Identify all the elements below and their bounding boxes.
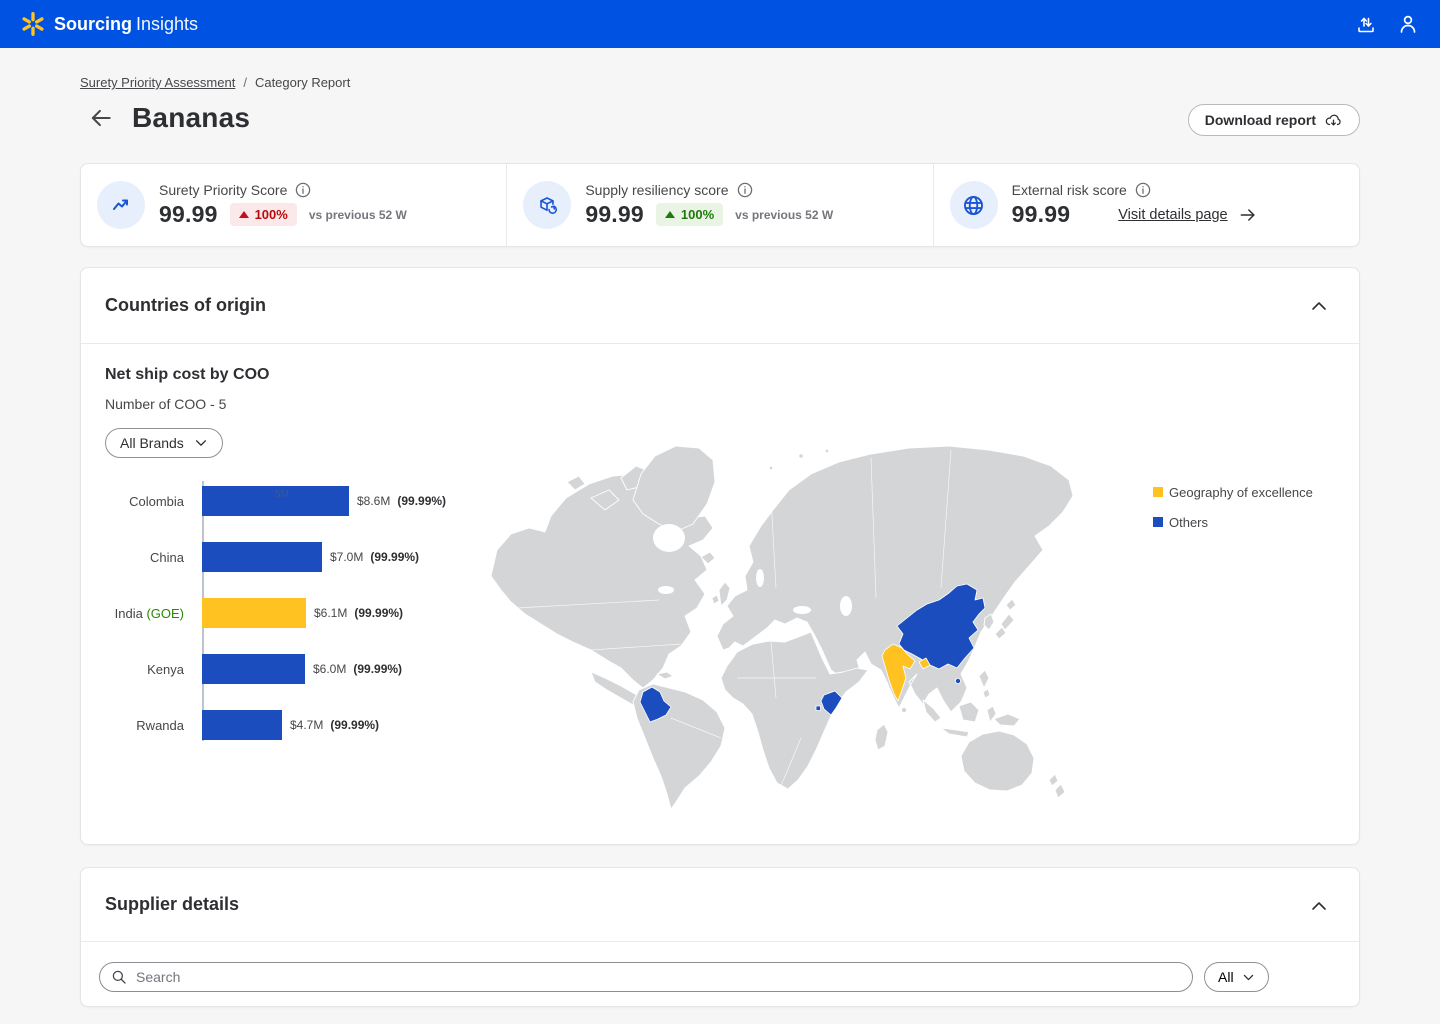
goe-tag: (GOE) — [146, 606, 184, 621]
legend-swatch — [1153, 517, 1163, 527]
bar — [202, 598, 306, 628]
cloud-download-icon — [1324, 111, 1343, 130]
triangle-up-icon — [239, 211, 249, 218]
score-card-supply-resiliency: Supply resiliency score 99.99 100% vs pr… — [506, 164, 932, 246]
all-brands-label: All Brands — [120, 435, 184, 451]
bar-value-label: $6.1M — [314, 606, 347, 620]
visit-details-label: Visit details page — [1118, 207, 1227, 223]
bar-row: China $7.0M (99.99%) — [105, 542, 477, 572]
legend-item: Others — [1153, 515, 1313, 530]
back-arrow-button[interactable] — [88, 105, 114, 131]
brand-logo: SourcingInsights — [20, 11, 198, 37]
bar-percent-label: (99.99%) — [397, 494, 446, 508]
bar-category-label: China — [105, 550, 193, 565]
all-brands-dropdown[interactable]: All Brands — [105, 428, 223, 458]
comparison-label: vs previous 52 W — [735, 208, 833, 222]
legend-swatch — [1153, 487, 1163, 497]
score-label: Supply resiliency score — [585, 182, 728, 198]
bar-percent-label: (99.99%) — [353, 662, 402, 676]
score-label: External risk score — [1012, 182, 1127, 198]
comparison-label: vs previous 52 W — [309, 208, 407, 222]
bar-row: Kenya $6.0M (99.99%) — [105, 654, 477, 684]
map-country-hainan — [955, 678, 960, 683]
score-card-surety-priority: Surety Priority Score 99.99 100% vs prev… — [81, 164, 506, 246]
countries-of-origin-card: Countries of origin Net ship cost by COO… — [80, 267, 1360, 845]
score-value: 99.99 — [1012, 201, 1071, 228]
walmart-spark-icon — [20, 11, 46, 37]
change-badge: 100% — [230, 203, 297, 226]
axis-tick-label: 5M — [275, 489, 289, 500]
change-value: 100% — [255, 207, 288, 222]
map-legend: Geography of excellence Others — [1153, 485, 1313, 530]
chevron-down-icon — [1242, 971, 1255, 984]
bar-row: Rwanda $4.7M (99.99%) — [105, 710, 477, 740]
countries-section-title: Countries of origin — [105, 295, 266, 316]
globe-icon — [950, 181, 998, 229]
supplier-details-card: Supplier details All — [80, 867, 1360, 1007]
breadcrumb: Surety Priority Assessment / Category Repo… — [80, 75, 350, 90]
chart-title: Net ship cost by COO — [105, 366, 269, 384]
bar-value-label: $4.7M — [290, 718, 323, 732]
score-value: 99.99 — [159, 201, 218, 228]
bar-category-label: Rwanda — [105, 718, 193, 733]
chevron-up-icon[interactable] — [1309, 896, 1329, 916]
bar-category-label: Kenya — [105, 662, 193, 677]
visit-details-link[interactable]: Visit details page — [1118, 205, 1257, 225]
info-icon[interactable] — [1135, 182, 1151, 198]
chevron-down-icon — [194, 436, 208, 450]
score-card-external-risk: External risk score 99.99 Visit details … — [933, 164, 1359, 246]
chart-subtitle: Number of COO - 5 — [105, 396, 226, 412]
supplier-filter-label: All — [1218, 969, 1234, 985]
breadcrumb-separator: / — [243, 75, 247, 90]
bar — [202, 654, 305, 684]
brand-name-bold: Sourcing — [54, 14, 132, 34]
bar-value-label: $6.0M — [313, 662, 346, 676]
bar-category-label: Colombia — [105, 494, 193, 509]
score-label: Surety Priority Score — [159, 182, 287, 198]
score-value: 99.99 — [585, 201, 644, 228]
user-icon[interactable] — [1396, 12, 1420, 36]
bar — [202, 710, 282, 740]
bar-percent-label: (99.99%) — [354, 606, 403, 620]
bar-value-label: $8.6M — [357, 494, 390, 508]
arrow-right-icon — [1238, 205, 1258, 225]
chevron-up-icon[interactable] — [1309, 296, 1329, 316]
net-ship-cost-bar-chart: 5M Colombia $8.6M (99.99%) China $7.0M (99.99… — [105, 481, 477, 743]
breadcrumb-link-parent[interactable]: Surety Priority Assessment — [80, 75, 235, 90]
download-report-label: Download report — [1205, 112, 1316, 128]
bar-percent-label: (99.99%) — [330, 718, 379, 732]
breadcrumb-current: Category Report — [255, 75, 350, 90]
download-report-button[interactable]: Download report — [1188, 104, 1360, 136]
brand-name-light: Insights — [136, 14, 198, 34]
change-badge: 100% — [656, 203, 723, 226]
change-value: 100% — [681, 207, 714, 222]
legend-label: Geography of excellence — [1169, 485, 1313, 500]
info-icon[interactable] — [295, 182, 311, 198]
app-header: SourcingInsights — [0, 0, 1440, 48]
map-australia — [961, 731, 1034, 791]
search-icon — [110, 968, 128, 986]
bar — [202, 542, 322, 572]
trend-up-icon — [97, 181, 145, 229]
score-cards: Surety Priority Score 99.99 100% vs prev… — [80, 163, 1360, 247]
bar-category-label: India (GOE) — [105, 606, 193, 621]
supplier-section-title: Supplier details — [105, 894, 239, 915]
bar-row: Colombia $8.6M (99.99%) — [105, 486, 477, 516]
map-country-rwanda — [816, 706, 821, 711]
legend-label: Others — [1169, 515, 1208, 530]
world-map — [471, 438, 1076, 811]
supplier-filter-dropdown[interactable]: All — [1204, 962, 1269, 992]
legend-item: Geography of excellence — [1153, 485, 1313, 500]
upload-download-icon[interactable] — [1354, 12, 1378, 36]
package-resiliency-icon — [523, 181, 571, 229]
info-icon[interactable] — [737, 182, 753, 198]
page-title: Bananas — [132, 102, 250, 134]
supplier-search-input[interactable] — [99, 962, 1193, 992]
page: SourcingInsights Surety Priority Assessm… — [0, 0, 1440, 1024]
triangle-up-icon — [665, 211, 675, 218]
bar-percent-label: (99.99%) — [370, 550, 419, 564]
bar-value-label: $7.0M — [330, 550, 363, 564]
bar-row: India (GOE) $6.1M (99.99%) — [105, 598, 477, 628]
